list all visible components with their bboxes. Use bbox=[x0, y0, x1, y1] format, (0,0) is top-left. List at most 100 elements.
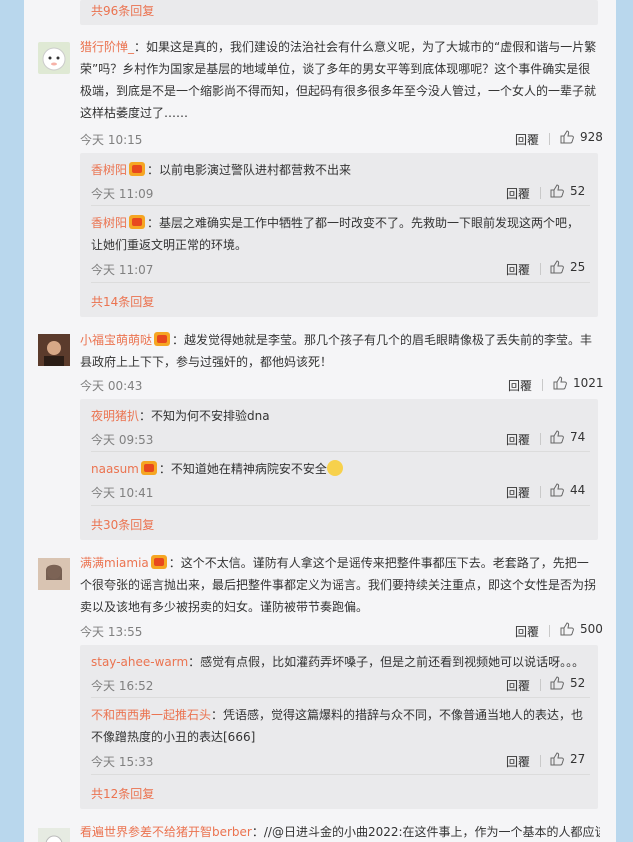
reply-text: ：感觉有点假，比如灌药弄坏嗓子，但是之前还看到视频她可以说话呀。。。 bbox=[188, 655, 585, 669]
reply-item: stay-ahee-warm：感觉有点假，比如灌药弄坏嗓子，但是之前还看到视频她… bbox=[91, 651, 591, 673]
thumb-up-icon bbox=[553, 376, 567, 390]
reply-item: 香树阳 ：以前电影演过警队进村都营救不出来 bbox=[91, 159, 591, 181]
like-button[interactable]: 52 bbox=[550, 676, 585, 690]
reply-text: ：不知为何不安排验dna bbox=[139, 409, 270, 423]
thumb-up-icon bbox=[550, 483, 564, 497]
avatar[interactable] bbox=[38, 558, 70, 590]
username[interactable]: 不和西西弗一起推石头 bbox=[91, 708, 211, 722]
timestamp: 今天 16:52 bbox=[91, 679, 154, 693]
thumb-up-icon bbox=[550, 676, 564, 690]
reply-box: 夜明猪扒：不知为何不安排验dna 今天 09:53 回覆 74 naasum ：不… bbox=[80, 399, 598, 540]
divider bbox=[549, 625, 550, 637]
vip-badge-icon bbox=[129, 162, 146, 176]
username[interactable]: 满满miamia bbox=[80, 556, 149, 570]
reply-button[interactable]: 回覆 bbox=[506, 753, 530, 770]
thumb-up-icon bbox=[560, 130, 574, 144]
more-replies-link[interactable]: 共14条回复 bbox=[91, 293, 154, 310]
reply-button[interactable]: 回覆 bbox=[506, 677, 530, 694]
thumb-up-icon bbox=[560, 622, 574, 636]
more-replies-link[interactable]: 共30条回复 bbox=[91, 516, 154, 533]
username[interactable]: 看遍世界参差不给猪开智berber bbox=[80, 825, 252, 839]
comment-body: 小福宝萌萌哒 ：越发觉得她就是李莹。那几个孩子有几个的眉毛眼睛像极了丢失前的李莹。… bbox=[80, 329, 600, 373]
divider bbox=[540, 679, 541, 691]
like-button[interactable]: 500 bbox=[560, 622, 603, 636]
like-button[interactable]: 1021 bbox=[553, 376, 604, 390]
reply-button[interactable]: 回覆 bbox=[515, 623, 539, 640]
reply-button[interactable]: 回覆 bbox=[506, 261, 530, 278]
divider bbox=[540, 433, 541, 445]
like-count: 25 bbox=[570, 260, 586, 274]
user-avatar-icon bbox=[38, 828, 70, 842]
username[interactable]: naasum bbox=[91, 462, 139, 476]
avatar[interactable] bbox=[38, 828, 70, 842]
thumb-up-icon bbox=[550, 184, 564, 198]
like-count: 74 bbox=[570, 430, 586, 444]
thumb-up-icon bbox=[550, 260, 564, 274]
user-avatar-icon bbox=[38, 334, 70, 366]
username[interactable]: stay-ahee-warm bbox=[91, 655, 188, 669]
like-count: 500 bbox=[580, 622, 603, 636]
reply-item: 香树阳 ：基层之难确实是工作中牺牲了都一时改变不了。先救助一下眼前发现这两个吧，让… bbox=[91, 212, 581, 256]
username[interactable]: 猎行阶惮_ bbox=[80, 40, 134, 54]
reply-item: naasum ：不知道她在精神病院安不安全 bbox=[91, 458, 591, 480]
reply-box: stay-ahee-warm：感觉有点假，比如灌药弄坏嗓子，但是之前还看到视频她… bbox=[80, 645, 598, 809]
timestamp: 今天 11:09 bbox=[91, 187, 154, 201]
avatar[interactable] bbox=[38, 42, 70, 74]
comment-body: 看遍世界参差不给猪开智berber：//@日进斗金的小曲2022:在这件事上，作… bbox=[80, 821, 600, 842]
reply-button[interactable]: 回覆 bbox=[506, 185, 530, 202]
like-button[interactable]: 928 bbox=[560, 130, 603, 144]
username[interactable]: 香树阳 bbox=[91, 216, 127, 230]
reply-box: 香树阳 ：以前电影演过警队进村都营救不出来 今天 11:09 回覆 52 香树阳：… bbox=[80, 153, 598, 317]
divider bbox=[91, 774, 590, 775]
like-button[interactable]: 27 bbox=[550, 752, 585, 766]
timestamp: 今天 00:43 bbox=[80, 379, 143, 393]
timestamp: 今天 10:15 bbox=[80, 133, 143, 147]
reply-item: 不和西西弗一起推石头：凭语感，觉得这篇爆料的措辞与众不同，不像普通当地人的表达，… bbox=[91, 704, 591, 748]
username[interactable]: 小福宝萌萌哒 bbox=[80, 333, 152, 347]
reply-text: ：不知道她在精神病院安不安全 bbox=[158, 462, 327, 476]
reply-text: ：基层之难确实是工作中牺牲了都一时改变不了。先救助一下眼前发现这两个吧，让她们重… bbox=[91, 216, 580, 252]
username[interactable]: 香树阳 bbox=[91, 163, 127, 177]
like-button[interactable]: 44 bbox=[550, 483, 585, 497]
divider bbox=[91, 282, 590, 283]
reply-button[interactable]: 回覆 bbox=[515, 131, 539, 148]
like-button[interactable]: 52 bbox=[550, 184, 585, 198]
reply-button[interactable]: 回覆 bbox=[506, 484, 530, 501]
divider bbox=[540, 263, 541, 275]
avatar[interactable] bbox=[38, 334, 70, 366]
vip-badge-icon bbox=[150, 555, 167, 569]
reply-button[interactable]: 回覆 bbox=[506, 431, 530, 448]
timestamp: 今天 11:07 bbox=[91, 263, 154, 277]
like-count: 52 bbox=[570, 184, 586, 198]
divider bbox=[540, 486, 541, 498]
like-count: 44 bbox=[570, 483, 586, 497]
reply-text: ：以前电影演过警队进村都营救不出来 bbox=[147, 163, 352, 177]
divider bbox=[540, 187, 541, 199]
vip-badge-icon bbox=[129, 215, 146, 229]
user-avatar-icon bbox=[38, 558, 70, 590]
comment-text: ：如果这是真的，我们建设的法治社会有什么意义呢，为了大城市的“虚假和谐与一片繁荣… bbox=[80, 40, 597, 120]
like-count: 52 bbox=[570, 676, 586, 690]
comment-text: ：//@日进斗金的小曲2022:在这件事上，作为一个基本的人都应该 bbox=[251, 825, 600, 839]
more-replies-link[interactable]: 共96条回复 bbox=[91, 2, 154, 19]
crying-emoji-icon bbox=[326, 460, 343, 476]
timestamp: 今天 13:55 bbox=[80, 625, 143, 639]
more-replies-link[interactable]: 共12条回复 bbox=[91, 785, 154, 802]
divider bbox=[91, 205, 590, 206]
like-button[interactable]: 25 bbox=[550, 260, 585, 274]
divider bbox=[540, 755, 541, 767]
like-count: 928 bbox=[580, 130, 603, 144]
sheep-avatar-icon bbox=[42, 47, 66, 71]
timestamp: 今天 09:53 bbox=[91, 433, 154, 447]
like-count: 1021 bbox=[573, 376, 604, 390]
divider bbox=[91, 451, 590, 452]
username[interactable]: 夜明猪扒 bbox=[91, 409, 139, 423]
reply-button[interactable]: 回覆 bbox=[508, 377, 532, 394]
divider bbox=[91, 505, 590, 506]
like-button[interactable]: 74 bbox=[550, 430, 585, 444]
vip-badge-icon bbox=[154, 332, 171, 346]
reply-item: 夜明猪扒：不知为何不安排验dna bbox=[91, 405, 591, 427]
like-count: 27 bbox=[570, 752, 586, 766]
comment-panel: 共96条回复 猎行阶惮_：如果这是真的，我们建设的法治社会有什么意义呢，为了大城… bbox=[24, 0, 616, 842]
divider bbox=[542, 379, 543, 391]
